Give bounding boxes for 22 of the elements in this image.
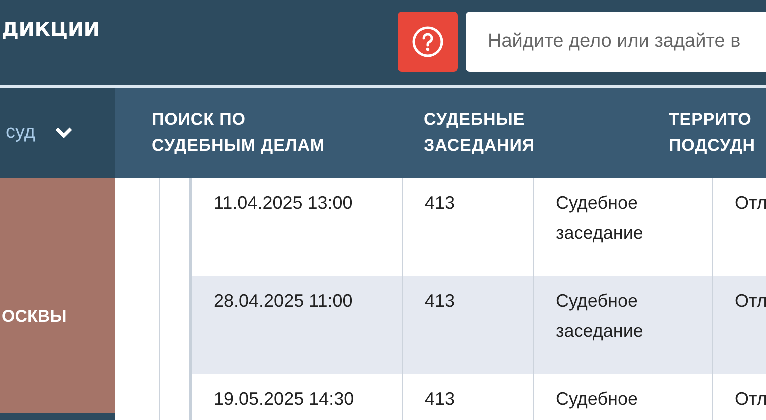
search-field[interactable]: Найдите дело или задайте в <box>466 12 766 72</box>
table-cell: 28.04.2025 11:00 <box>214 291 353 311</box>
table-cell: 11.04.2025 13:00 <box>214 193 353 213</box>
table-cell-text: Судебное <box>556 388 639 411</box>
table-cell: Отл <box>735 389 766 409</box>
panel-text: ОСКВЫ <box>2 307 67 326</box>
table-cell: 413 <box>425 291 456 311</box>
help-button[interactable] <box>398 12 458 72</box>
table-cell-text: Судебное заседание <box>556 192 644 245</box>
table-cell: 413 <box>425 389 456 409</box>
question-icon <box>412 26 444 58</box>
chevron-down-icon <box>55 127 74 139</box>
table-cell: 413 <box>425 193 456 213</box>
nav-link[interactable]: СУДЕБНЫЕ ЗАСЕДАНИЯ <box>387 88 632 178</box>
table-cell: 19.05.2025 14:30 <box>214 389 354 409</box>
table-cell: Отл <box>735 291 766 311</box>
nav-link[interactable]: ТЕРРИТО ПОДСУДН <box>632 88 766 178</box>
table-cell-text: Судебное заседание <box>556 290 644 343</box>
court-select[interactable]: суд <box>0 88 115 178</box>
table-cell: Отл <box>735 193 766 213</box>
nav-link[interactable]: ПОИСК ПО СУДЕБНЫМ ДЕЛАМ <box>115 88 387 178</box>
site-title: ДИКЦИИ <box>2 19 100 41</box>
